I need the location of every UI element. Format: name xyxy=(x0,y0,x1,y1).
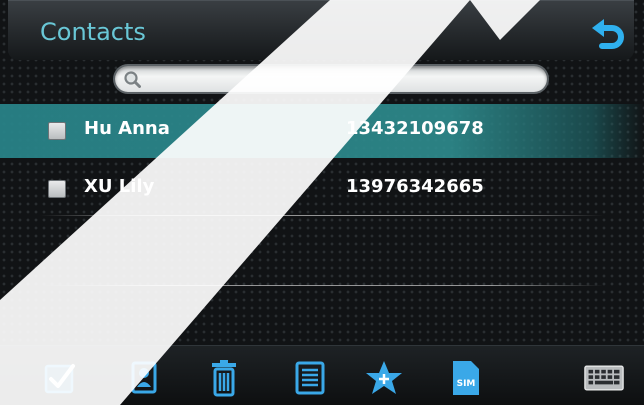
search-icon xyxy=(124,71,141,88)
back-arrow-icon xyxy=(592,19,624,49)
contact-card-icon xyxy=(131,361,157,394)
add-favorite-button[interactable] xyxy=(364,358,404,398)
contact-checkbox[interactable] xyxy=(48,122,66,140)
contact-name: Hu Anna xyxy=(84,118,170,139)
search-bar[interactable] xyxy=(115,66,547,94)
page-title: Contacts xyxy=(40,18,146,46)
sim-label: SIM xyxy=(457,379,476,389)
details-list-button[interactable] xyxy=(290,358,330,398)
contact-phone: 13432109678 xyxy=(346,118,484,139)
keyboard-button[interactable] xyxy=(584,358,624,398)
star-add-icon xyxy=(366,361,402,394)
header-bar: Contacts xyxy=(8,0,634,60)
search-input[interactable] xyxy=(149,66,533,94)
empty-row xyxy=(0,232,644,286)
contact-phone: 13976342665 xyxy=(346,176,484,197)
row-divider xyxy=(40,215,604,216)
sim-contacts-button[interactable]: SIM xyxy=(446,358,486,398)
back-button[interactable] xyxy=(588,18,628,54)
checkbox-icon xyxy=(44,364,75,394)
keyboard-icon xyxy=(584,365,624,391)
bottom-toolbar: SIM xyxy=(0,345,644,405)
list-icon xyxy=(295,361,325,395)
contacts-screen: Contacts Hu Anna 13432109678 XU Lily 139… xyxy=(0,0,644,405)
delete-button[interactable] xyxy=(204,358,244,398)
trash-icon xyxy=(212,360,236,397)
contact-checkbox[interactable] xyxy=(48,180,66,198)
contact-name: XU Lily xyxy=(84,176,155,197)
contact-row[interactable]: XU Lily 13976342665 xyxy=(0,162,644,216)
row-divider xyxy=(40,285,604,286)
contact-row[interactable]: Hu Anna 13432109678 xyxy=(0,104,644,158)
sim-card-icon: SIM xyxy=(453,361,479,395)
select-all-button[interactable] xyxy=(40,358,80,398)
contact-details-button[interactable] xyxy=(124,358,164,398)
